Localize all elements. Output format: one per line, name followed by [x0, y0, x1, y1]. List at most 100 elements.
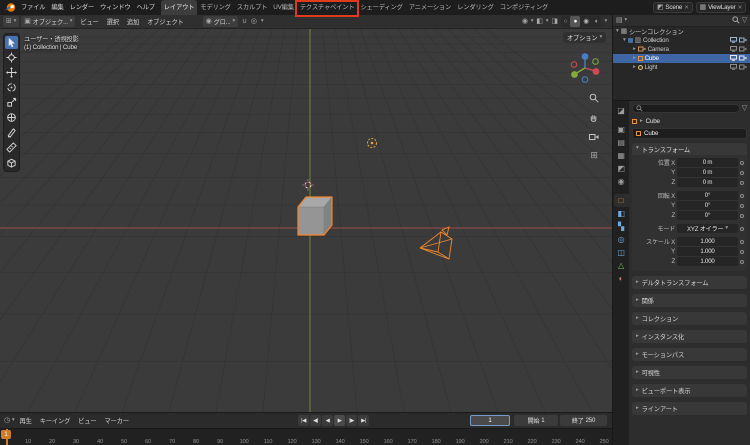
section-delta-transform[interactable]: ▸デルタトランスフォーム	[632, 276, 747, 289]
animate-dot-icon[interactable]	[740, 204, 744, 208]
animate-dot-icon[interactable]	[740, 194, 744, 198]
properties-search-input[interactable]	[632, 104, 740, 113]
ruler-frame-number[interactable]: 10	[20, 439, 36, 445]
disable-render-icon[interactable]	[739, 37, 747, 45]
gizmo-x-axis[interactable]	[593, 68, 600, 75]
shading-solid-icon[interactable]: ●	[570, 16, 580, 27]
location-x-field[interactable]: 0 m	[677, 158, 738, 167]
outliner-row-light[interactable]: ▸ Light	[613, 63, 750, 72]
animate-dot-icon[interactable]	[740, 171, 744, 175]
tab-object-data[interactable]: △	[614, 259, 629, 272]
scene-selector[interactable]: ◩ Scene ✕	[653, 2, 693, 13]
section-motion-paths[interactable]: ▸モーションパス	[632, 348, 747, 361]
ruler-frame-number[interactable]: 50	[116, 439, 132, 445]
animate-dot-icon[interactable]	[740, 250, 744, 254]
section-collections[interactable]: ▸コレクション	[632, 312, 747, 325]
location-y-field[interactable]: 0 m	[677, 168, 738, 177]
outliner-row-scene-collection[interactable]: ▾ ▦ シーンコレクション	[613, 27, 750, 36]
unlink-view-layer-icon[interactable]: ✕	[738, 5, 742, 11]
select-box-tool[interactable]	[5, 36, 18, 49]
tab-physics[interactable]: ◎	[614, 233, 629, 246]
gizmo-x-neg[interactable]	[571, 62, 577, 68]
workspace-tab-sculpting[interactable]: スカルプト	[234, 0, 271, 15]
viewport-canvas[interactable]	[0, 29, 612, 412]
object-name-field[interactable]: Cube	[632, 128, 747, 139]
tab-object[interactable]: □	[614, 194, 629, 207]
animate-dot-icon[interactable]	[740, 240, 744, 244]
scale-tool[interactable]	[5, 96, 18, 109]
ruler-frame-number[interactable]: 240	[572, 439, 588, 445]
tab-view-layer[interactable]: ▦	[614, 149, 629, 162]
ruler-frame-number[interactable]: 150	[356, 439, 372, 445]
viewport-3d[interactable]: ユーザー・透視投影 (1) Collection | Cube オプション ▾	[0, 29, 612, 412]
gizmo-z-neg[interactable]	[582, 77, 588, 83]
ruler-frame-number[interactable]: 160	[380, 439, 396, 445]
move-tool[interactable]	[5, 66, 18, 79]
outliner-row-collection[interactable]: ▾ ▥ Collection	[613, 36, 750, 45]
gizmo-z-axis[interactable]	[582, 53, 589, 60]
gizmo-y-axis[interactable]	[571, 71, 578, 78]
ruler-frame-number[interactable]: 60	[140, 439, 156, 445]
disable-render-icon[interactable]	[739, 64, 747, 72]
animate-dot-icon[interactable]	[740, 181, 744, 185]
section-visibility[interactable]: ▸可視性	[632, 366, 747, 379]
ruler-frame-number[interactable]: 250	[596, 439, 612, 445]
ruler-frame-number[interactable]: 80	[188, 439, 204, 445]
hide-viewport-icon[interactable]	[730, 55, 737, 63]
tab-constraints[interactable]: ◫	[614, 246, 629, 259]
section-relations[interactable]: ▸関係	[632, 294, 747, 307]
ruler-frame-number[interactable]: 200	[476, 439, 492, 445]
add-cube-tool[interactable]	[5, 156, 18, 169]
playhead-frame-badge[interactable]: 1	[1, 430, 11, 439]
menu-view[interactable]: ビュー	[75, 416, 99, 425]
transform-tool[interactable]	[5, 111, 18, 124]
section-instancing[interactable]: ▸インスタンス化	[632, 330, 747, 343]
outliner-editor-icon[interactable]: ▤	[616, 17, 622, 24]
workspace-tab-animation[interactable]: アニメーション	[406, 0, 454, 15]
shading-rendered-icon[interactable]: ◐	[592, 16, 602, 27]
ruler-frame-number[interactable]: 130	[308, 439, 324, 445]
expander-icon[interactable]: ▾	[623, 38, 626, 44]
chevron-down-icon[interactable]: ▾	[261, 19, 264, 25]
next-keyframe-button[interactable]: |▶	[346, 415, 357, 426]
play-button[interactable]: ▶	[334, 415, 345, 426]
ruler-frame-number[interactable]: 220	[524, 439, 540, 445]
workspace-tab-shading[interactable]: シェーディング	[357, 0, 405, 15]
ruler-frame-number[interactable]: 90	[212, 439, 228, 445]
menu-file[interactable]: ファイル	[18, 0, 48, 15]
shading-dropdown-icon[interactable]: ▾	[604, 19, 607, 25]
tab-tool[interactable]: ◪	[614, 104, 629, 117]
workspace-tab-layout[interactable]: レイアウト	[161, 0, 198, 15]
timeline-editor-icon[interactable]: ◷	[4, 417, 10, 424]
menu-add[interactable]: 追加	[124, 17, 142, 26]
tab-world[interactable]: ◉	[614, 175, 629, 188]
breadcrumb-object-name[interactable]: Cube	[646, 118, 660, 125]
section-viewport-display[interactable]: ▸ビューポート表示	[632, 384, 747, 397]
ruler-frame-number[interactable]: 70	[164, 439, 180, 445]
collection-checkbox[interactable]	[628, 38, 633, 43]
ruler-frame-number[interactable]: 180	[428, 439, 444, 445]
rotation-y-field[interactable]: 0°	[677, 201, 738, 210]
hide-viewport-icon[interactable]	[730, 37, 737, 45]
hide-viewport-icon[interactable]	[730, 46, 737, 54]
pan-hand-icon[interactable]	[589, 113, 599, 125]
filter-icon[interactable]: ▽	[742, 105, 747, 112]
menu-keying[interactable]: キーイング	[37, 416, 74, 425]
rotation-mode-dropdown[interactable]: XYZ オイラー▾	[677, 224, 738, 233]
chevron-down-icon[interactable]: ▾	[546, 19, 549, 25]
xray-toggle-icon[interactable]: ◨	[551, 18, 557, 25]
workspace-tab-texture-paint[interactable]: テクスチャペイント	[297, 0, 358, 15]
measure-tool[interactable]	[5, 141, 18, 154]
light-object[interactable]	[368, 139, 377, 148]
blender-logo-icon[interactable]	[4, 2, 16, 13]
shading-wireframe-icon[interactable]: ○	[561, 16, 571, 27]
tab-particles[interactable]: ▚	[614, 220, 629, 233]
expander-icon[interactable]: ▸	[633, 47, 636, 53]
show-gizmo-icon[interactable]: ◉	[522, 18, 528, 25]
menu-render[interactable]: レンダー	[67, 0, 97, 15]
editor-type-button[interactable]: ⊞ ▾	[3, 16, 19, 27]
current-frame-field[interactable]: 1	[470, 415, 510, 426]
cursor-tool[interactable]	[5, 51, 18, 64]
workspace-tab-rendering[interactable]: レンダリング	[454, 0, 497, 15]
ruler-frame-number[interactable]: 20	[44, 439, 60, 445]
